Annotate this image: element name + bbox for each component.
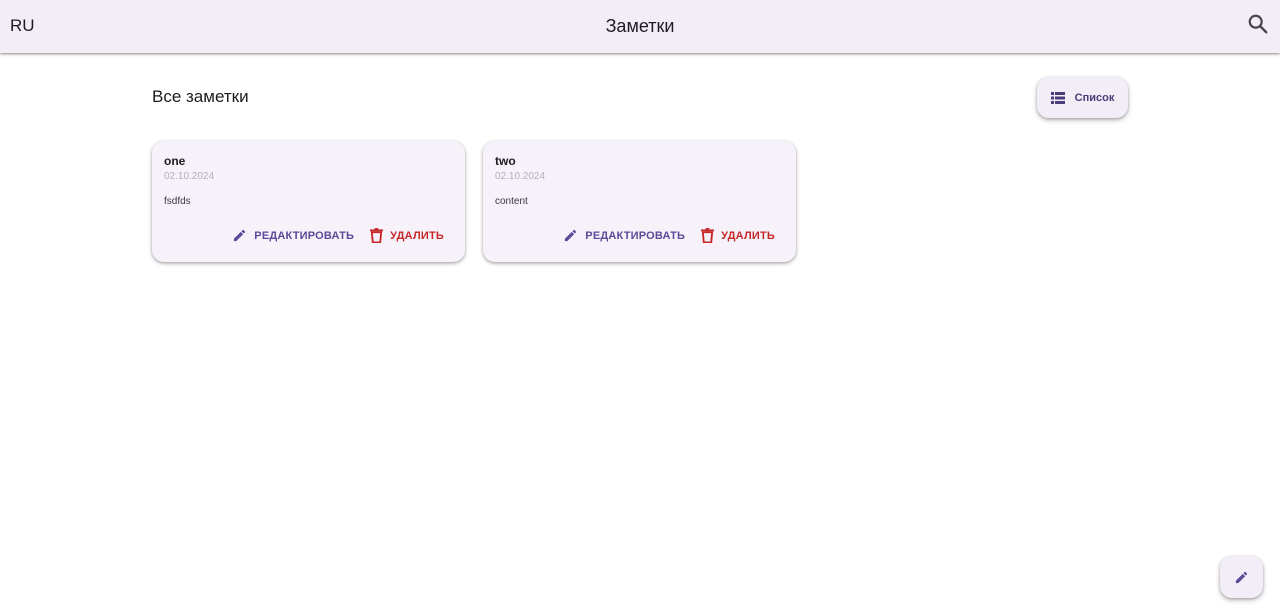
note-title: two bbox=[495, 154, 516, 168]
note-content: fsdfds bbox=[164, 196, 191, 207]
new-note-button[interactable] bbox=[1220, 556, 1263, 598]
list-icon bbox=[1050, 91, 1065, 104]
note-card[interactable]: one 02.10.2024 fsdfds РЕДАКТИРОВАТЬ УДАЛ… bbox=[152, 141, 465, 262]
notes-grid: one 02.10.2024 fsdfds РЕДАКТИРОВАТЬ УДАЛ… bbox=[152, 141, 796, 262]
app-bar: RU Заметки bbox=[0, 0, 1280, 53]
note-date: 02.10.2024 bbox=[164, 171, 215, 182]
trash-icon bbox=[701, 228, 715, 243]
note-date: 02.10.2024 bbox=[495, 171, 546, 182]
search-icon bbox=[1248, 14, 1268, 34]
section-title: Все заметки bbox=[152, 87, 249, 106]
note-actions: РЕДАКТИРОВАТЬ УДАЛИТЬ bbox=[232, 228, 444, 243]
pencil-icon bbox=[234, 229, 246, 242]
pencil-icon bbox=[565, 229, 577, 242]
edit-button[interactable]: РЕДАКТИРОВАТЬ bbox=[563, 228, 685, 243]
edit-button-label: РЕДАКТИРОВАТЬ bbox=[254, 229, 355, 242]
note-actions: РЕДАКТИРОВАТЬ УДАЛИТЬ bbox=[563, 228, 775, 243]
delete-button[interactable]: УДАЛИТЬ bbox=[370, 228, 444, 243]
language-button[interactable]: RU bbox=[10, 13, 35, 39]
view-toggle-label: Список bbox=[1074, 91, 1115, 104]
page-title: Заметки bbox=[605, 16, 675, 36]
delete-button-label: УДАЛИТЬ bbox=[721, 229, 775, 242]
search-button[interactable] bbox=[1244, 10, 1272, 38]
edit-button[interactable]: РЕДАКТИРОВАТЬ bbox=[232, 228, 354, 243]
delete-button[interactable]: УДАЛИТЬ bbox=[701, 228, 775, 243]
note-title: one bbox=[164, 154, 186, 168]
view-toggle-button[interactable]: Список bbox=[1037, 77, 1128, 118]
note-card[interactable]: two 02.10.2024 content РЕДАКТИРОВАТЬ УДА… bbox=[483, 141, 796, 262]
pencil-icon bbox=[1235, 571, 1248, 583]
edit-button-label: РЕДАКТИРОВАТЬ bbox=[585, 229, 686, 242]
note-content: content bbox=[495, 196, 528, 207]
trash-icon bbox=[370, 228, 384, 243]
delete-button-label: УДАЛИТЬ bbox=[390, 229, 444, 242]
